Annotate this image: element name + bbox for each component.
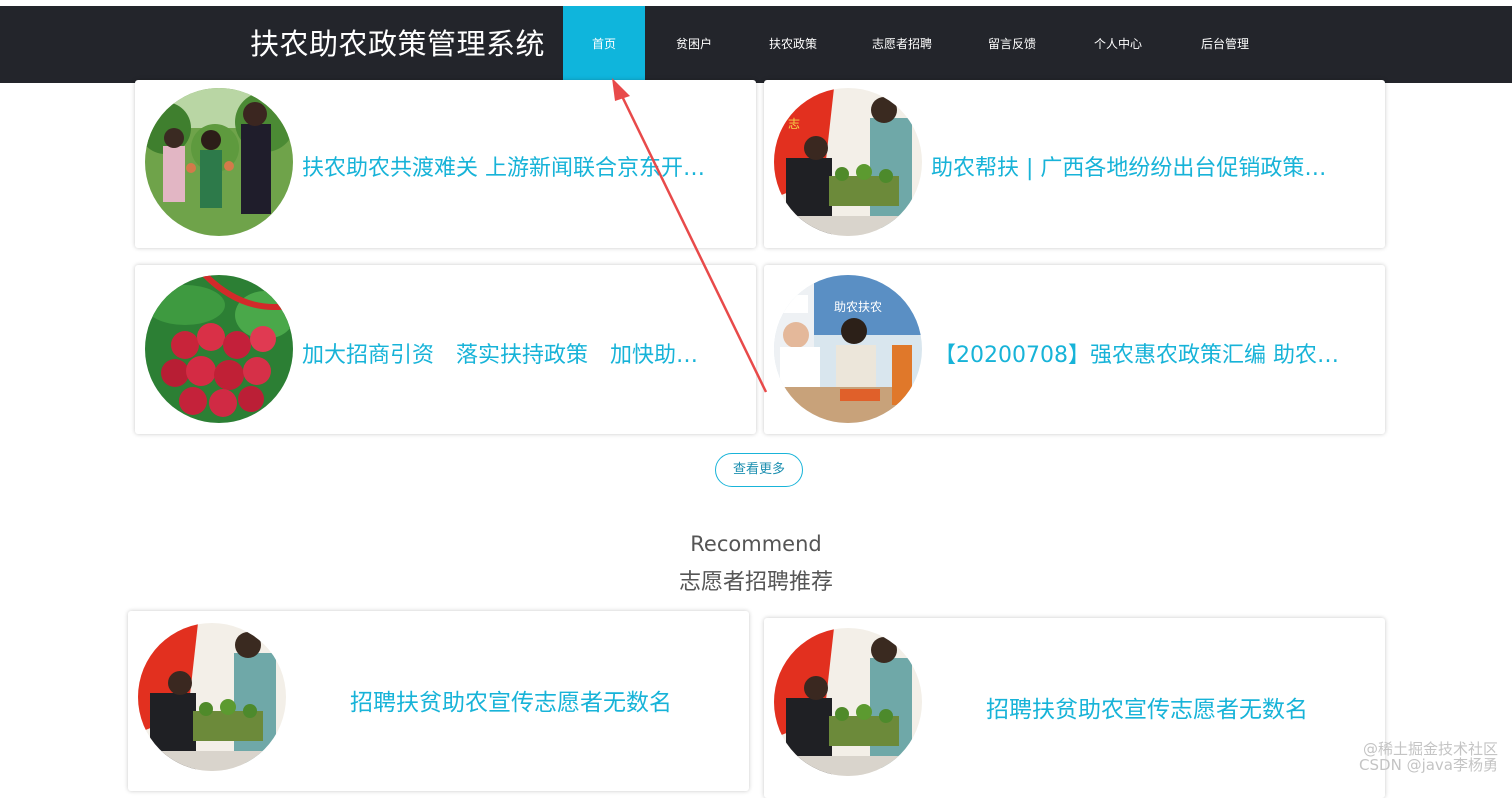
nav-item-home[interactable]: 首页 [563, 6, 645, 83]
recruit-thumbnail [774, 628, 922, 776]
nav-item-policies[interactable]: 扶农政策 [753, 6, 833, 83]
nav-item-feedback[interactable]: 留言反馈 [972, 6, 1052, 83]
recruit-card[interactable]: 招聘扶贫助农宣传志愿者无数名 [128, 611, 749, 791]
news-card[interactable]: 扶农助农共渡难关 上游新闻联合京东开… [135, 80, 756, 248]
recommend-heading-en: Recommend [690, 532, 822, 556]
nav-item-admin[interactable]: 后台管理 [1185, 6, 1265, 83]
recruit-title[interactable]: 招聘扶贫助农宣传志愿者无数名 [986, 690, 1308, 724]
news-title[interactable]: 【20200708】强农惠农政策汇编 助农… [934, 337, 1371, 369]
nav-item-poor-households[interactable]: 贫困户 [654, 6, 734, 83]
recruit-title[interactable]: 招聘扶贫助农宣传志愿者无数名 [350, 683, 672, 717]
news-card[interactable]: 助农扶农 【20200708】强农惠农政策汇编 助农… [764, 265, 1385, 434]
nav-item-profile[interactable]: 个人中心 [1078, 6, 1158, 83]
news-thumbnail: 志 [774, 88, 922, 236]
news-title[interactable]: 扶农助农共渡难关 上游新闻联合京东开… [302, 150, 742, 182]
recruit-card[interactable]: 招聘扶贫助农宣传志愿者无数名 [764, 618, 1385, 798]
news-thumbnail [145, 88, 293, 236]
top-navbar: 扶农助农政策管理系统 首页 贫困户 扶农政策 志愿者招聘 留言反馈 个人中心 后… [0, 6, 1512, 83]
news-thumbnail [145, 275, 293, 423]
site-brand[interactable]: 扶农助农政策管理系统 [250, 6, 545, 83]
svg-text:助农扶农: 助农扶农 [834, 299, 882, 314]
svg-text:志: 志 [788, 117, 800, 131]
recommend-heading-cn: 志愿者招聘推荐 [678, 570, 833, 595]
news-title[interactable]: 助农帮扶 | 广西各地纷纷出台促销政策… [931, 150, 1371, 182]
watermark-csdn: CSDN @java李杨勇 [1359, 756, 1498, 774]
view-more-button[interactable]: 查看更多 [715, 453, 803, 487]
news-thumbnail: 助农扶农 [774, 275, 922, 423]
news-title[interactable]: 加大招商引资 落实扶持政策 加快助… [302, 337, 742, 369]
nav-item-volunteer-recruit[interactable]: 志愿者招聘 [861, 6, 943, 83]
news-card[interactable]: 加大招商引资 落实扶持政策 加快助… [135, 265, 756, 434]
news-card[interactable]: 志 助农帮扶 | 广西各地纷纷出台促销政策… [764, 80, 1385, 248]
recruit-thumbnail [138, 623, 286, 771]
